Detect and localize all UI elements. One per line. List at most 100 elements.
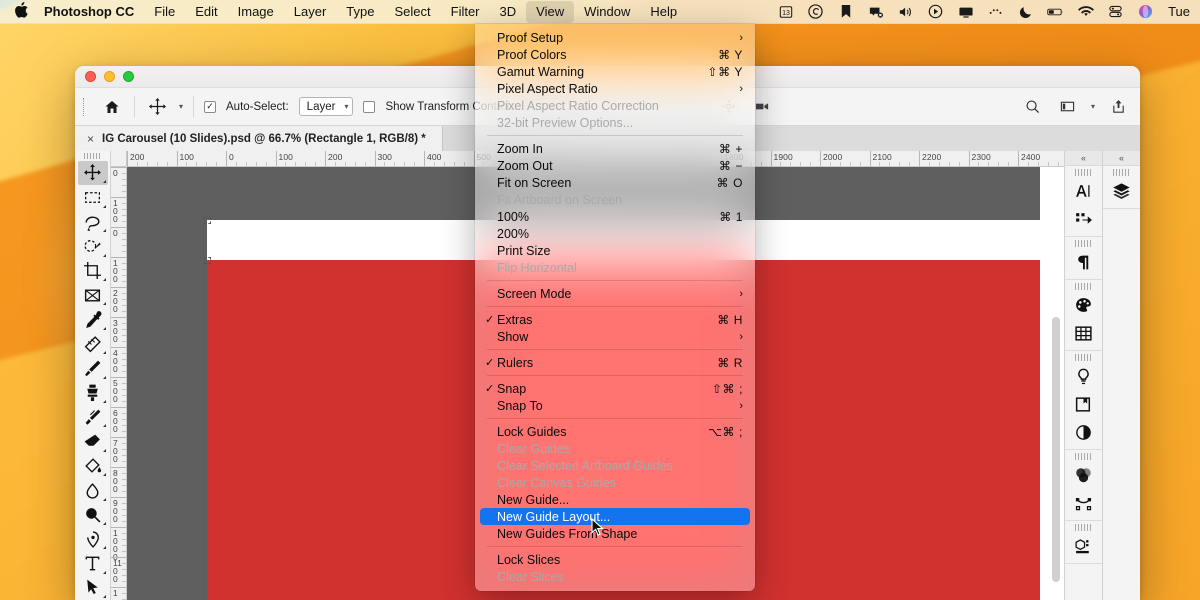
canvas-vertical-scrollbar[interactable]: [1052, 317, 1060, 582]
menu-item-snap[interactable]: ✓ Snap ⇧⌘ ;: [475, 380, 755, 397]
move-tool-icon[interactable]: [145, 95, 169, 119]
libraries-panel-icon[interactable]: [1069, 390, 1099, 418]
panel-grip[interactable]: [1075, 524, 1092, 531]
layers-panel-icon[interactable]: [1107, 177, 1137, 205]
selection-handle-mid-left[interactable]: [204, 257, 211, 264]
object-selection-tool[interactable]: [78, 234, 108, 258]
menu-item-new-guide-layout[interactable]: New Guide Layout...: [480, 508, 750, 525]
siri-icon[interactable]: [1137, 3, 1154, 20]
moon-icon[interactable]: [1017, 3, 1034, 20]
lasso-tool[interactable]: [78, 210, 108, 234]
history-brush-tool[interactable]: [78, 405, 108, 429]
menu-item-200[interactable]: 200%: [475, 225, 755, 242]
menubar-item-3d[interactable]: 3D: [490, 1, 527, 23]
paths-panel-icon[interactable]: [1069, 489, 1099, 517]
calendar-13-icon[interactable]: 13: [777, 3, 794, 20]
tools-panel-grip[interactable]: [83, 153, 102, 160]
apple-logo-icon[interactable]: [0, 2, 38, 21]
menubar-item-help[interactable]: Help: [640, 1, 687, 23]
tool-preset-chevron-icon[interactable]: ▾: [179, 102, 183, 111]
menubar-item-select[interactable]: Select: [384, 1, 440, 23]
rectangular-marquee-tool[interactable]: [78, 185, 108, 209]
gradient-tool[interactable]: [78, 454, 108, 478]
selection-handle-top-left[interactable]: [204, 217, 211, 224]
airplay-off-icon[interactable]: [867, 3, 884, 20]
chevron-down-icon[interactable]: ▾: [1091, 102, 1095, 111]
panel-collapse-button[interactable]: «: [1065, 151, 1102, 166]
menu-item-show[interactable]: Show ›: [475, 328, 755, 345]
playback-icon[interactable]: [927, 3, 944, 20]
path-selection-tool[interactable]: [78, 576, 108, 600]
menu-item-proof-setup[interactable]: Proof Setup ›: [475, 29, 755, 46]
vertical-ruler[interactable]: 0 100 0 100 200 300 400 500 600 700 800 900 1000 1100…: [111, 167, 127, 600]
creative-cloud-icon[interactable]: [807, 3, 824, 20]
color-panel-icon[interactable]: [1069, 461, 1099, 489]
menubar-app-name[interactable]: Photoshop CC: [38, 1, 144, 23]
document-tab[interactable]: × IG Carousel (10 Slides).psd @ 66.7% (R…: [75, 126, 443, 151]
spot-healing-brush-tool[interactable]: [78, 332, 108, 356]
blur-tool[interactable]: [78, 478, 108, 502]
menu-item-extras[interactable]: ✓ Extras ⌘ H: [475, 311, 755, 328]
paragraph-panel-icon[interactable]: [1069, 248, 1099, 276]
swatches-panel-icon[interactable]: [1069, 291, 1099, 319]
menu-item-print-size[interactable]: Print Size: [475, 242, 755, 259]
panel-grip[interactable]: [1075, 283, 1092, 290]
dots-icon[interactable]: [987, 3, 1004, 20]
menu-item-lock-guides[interactable]: Lock Guides ⌥⌘ ;: [475, 423, 755, 440]
workspace-icon[interactable]: [1056, 95, 1080, 119]
menubar-item-file[interactable]: File: [144, 1, 185, 23]
volume-icon[interactable]: [897, 3, 914, 20]
glyphs-panel-icon[interactable]: [1069, 205, 1099, 233]
menubar-item-image[interactable]: Image: [228, 1, 284, 23]
maximize-button[interactable]: [123, 71, 134, 82]
adjustments-panel-icon[interactable]: [1069, 418, 1099, 446]
auto-select-dropdown[interactable]: Layer ▾: [298, 97, 354, 116]
menu-item-new-guide[interactable]: New Guide...: [475, 491, 755, 508]
panel-grip[interactable]: [1075, 169, 1092, 176]
panel-grip[interactable]: [1075, 240, 1092, 247]
wifi-icon[interactable]: [1077, 3, 1094, 20]
menu-item-lock-slices[interactable]: Lock Slices: [475, 551, 755, 568]
menu-item-gamut-warning[interactable]: Gamut Warning ⇧⌘ Y: [475, 63, 755, 80]
crop-tool[interactable]: [78, 259, 108, 283]
eyedropper-tool[interactable]: [78, 307, 108, 331]
menu-item-zoom-out[interactable]: Zoom Out ⌘ −: [475, 157, 755, 174]
brush-tool[interactable]: [78, 356, 108, 380]
menubar-item-window[interactable]: Window: [574, 1, 640, 23]
menubar-item-layer[interactable]: Layer: [284, 1, 337, 23]
frame-tool[interactable]: [78, 283, 108, 307]
display-icon[interactable]: [957, 3, 974, 20]
dodge-tool[interactable]: [78, 503, 108, 527]
menubar-item-view[interactable]: View: [526, 0, 575, 23]
menu-item-100[interactable]: 100% ⌘ 1: [475, 208, 755, 225]
menu-item-proof-colors[interactable]: Proof Colors ⌘ Y: [475, 46, 755, 63]
menu-item-new-guides-from-shape[interactable]: New Guides From Shape: [475, 525, 755, 542]
menu-item-snap-to[interactable]: Snap To ›: [475, 397, 755, 414]
layers-panel-collapse-button[interactable]: «: [1103, 151, 1140, 166]
battery-icon[interactable]: [1047, 3, 1064, 20]
tab-close-icon[interactable]: ×: [87, 132, 94, 146]
type-tool[interactable]: [78, 551, 108, 575]
minimize-button[interactable]: [104, 71, 115, 82]
character-panel-icon[interactable]: [1069, 177, 1099, 205]
clone-stamp-tool[interactable]: [78, 381, 108, 405]
pen-tool[interactable]: [78, 527, 108, 551]
menubar-item-filter[interactable]: Filter: [441, 1, 490, 23]
menubar-item-type[interactable]: Type: [336, 1, 384, 23]
auto-select-checkbox[interactable]: ✓: [204, 100, 217, 113]
menu-item-pixel-aspect-ratio[interactable]: Pixel Aspect Ratio ›: [475, 80, 755, 97]
menu-item-screen-mode[interactable]: Screen Mode ›: [475, 285, 755, 302]
home-icon[interactable]: [100, 95, 124, 119]
close-button[interactable]: [85, 71, 96, 82]
control-center-icon[interactable]: [1107, 3, 1124, 20]
eraser-tool[interactable]: [78, 429, 108, 453]
3d-panel-icon[interactable]: [1069, 532, 1099, 560]
menu-item-fit-on-screen[interactable]: Fit on Screen ⌘ O: [475, 174, 755, 191]
menubar-clock[interactable]: Tue: [1167, 4, 1190, 19]
options-bar-grip[interactable]: [83, 97, 88, 116]
share-icon[interactable]: [1106, 95, 1130, 119]
panel-grip[interactable]: [1113, 169, 1130, 176]
panel-grip[interactable]: [1075, 354, 1092, 361]
menu-item-rulers[interactable]: ✓ Rulers ⌘ R: [475, 354, 755, 371]
search-icon[interactable]: [1021, 95, 1045, 119]
